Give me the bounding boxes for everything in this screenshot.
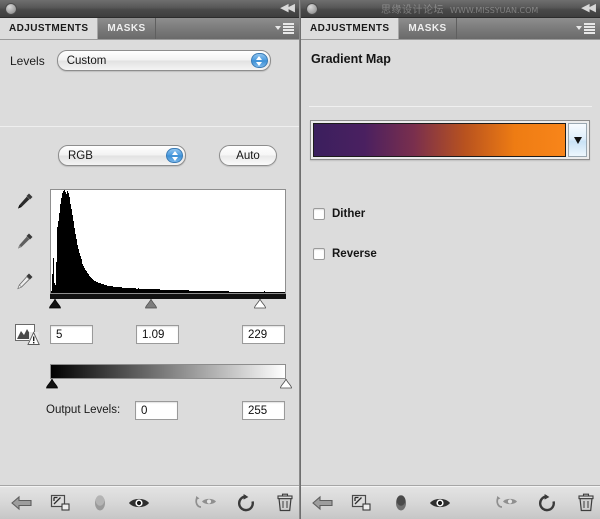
- view-previous-state-button[interactable]: [193, 488, 220, 518]
- collapse-panel-icon[interactable]: ◀◀: [277, 2, 295, 15]
- output-black-slider[interactable]: [46, 379, 59, 390]
- levels-channel-value: RGB: [68, 149, 93, 162]
- uncached-refresh-warning-icon[interactable]: [15, 323, 41, 347]
- gradient-map-panel: 思缘设计论坛 WWW.MISSYUAN.COM ◀◀ ADJUSTMENTS MA…: [300, 0, 600, 519]
- levels-histogram: [50, 189, 286, 294]
- input-black-point-slider[interactable]: [48, 299, 61, 310]
- menu-lines-icon: [283, 23, 294, 34]
- left-panel-toolbar: [0, 485, 299, 519]
- input-white-point-slider[interactable]: [254, 299, 267, 310]
- menu-lines-icon: [584, 23, 595, 34]
- right-panel-toolbar: [301, 485, 600, 519]
- panel-menu-icon[interactable]: [275, 23, 294, 34]
- chevron-down-icon: [275, 26, 281, 31]
- chevron-down-icon: [576, 26, 582, 31]
- output-levels-gradient: [50, 364, 286, 379]
- tab-adjustments-label: ADJUSTMENTS: [9, 23, 89, 34]
- input-levels-sliders: [48, 299, 286, 312]
- output-levels-sliders: [46, 379, 292, 392]
- reset-adjustment-button[interactable]: [533, 488, 560, 518]
- collapse-panel-icon[interactable]: ◀◀: [578, 2, 596, 15]
- reset-adjustment-button[interactable]: [232, 488, 259, 518]
- eyedropper-group: [14, 190, 36, 292]
- gradient-map-body: Gradient Map Dither Reverse: [301, 40, 600, 485]
- auto-button[interactable]: Auto: [219, 145, 277, 166]
- reverse-checkbox-row[interactable]: Reverse: [313, 248, 377, 260]
- right-panel-titlebar: 思缘设计论坛 WWW.MISSYUAN.COM ◀◀: [301, 0, 600, 18]
- input-white-value: 229: [248, 328, 268, 341]
- watermark-url: WWW.MISSYUAN.COM: [450, 6, 539, 15]
- set-gray-point-eyedropper[interactable]: [14, 230, 36, 252]
- preset-stepper-icon[interactable]: [250, 53, 268, 68]
- tab-masks-label: MASKS: [408, 23, 447, 34]
- tab-masks[interactable]: MASKS: [399, 18, 457, 39]
- levels-body: Levels Custom RGB Auto 5 1.09 229 Output…: [0, 40, 299, 485]
- gradient-picker-chevron-icon[interactable]: [568, 123, 587, 157]
- delete-adjustment-layer-button[interactable]: [272, 488, 299, 518]
- levels-header-divider: [0, 126, 299, 127]
- left-tabbar: ADJUSTMENTS MASKS: [0, 18, 299, 40]
- levels-preset-row: Levels Custom: [10, 50, 271, 71]
- toggle-layer-visibility-button[interactable]: [126, 488, 153, 518]
- return-to-adjustment-list-button[interactable]: [309, 488, 336, 518]
- right-tabbar: ADJUSTMENTS MASKS: [301, 18, 600, 40]
- clip-to-layer-button[interactable]: [348, 488, 375, 518]
- channel-stepper-icon[interactable]: [166, 148, 183, 163]
- levels-panel: ◀◀ ADJUSTMENTS MASKS Levels Custom RGB A…: [0, 0, 300, 519]
- output-black-value: 0: [141, 404, 148, 417]
- adjustments-panels-root: ◀◀ ADJUSTMENTS MASKS Levels Custom RGB A…: [0, 0, 600, 519]
- input-gamma-field[interactable]: 1.09: [136, 325, 179, 344]
- input-white-field[interactable]: 229: [242, 325, 285, 344]
- output-white-slider[interactable]: [279, 379, 292, 390]
- output-white-field[interactable]: 255: [242, 401, 285, 420]
- watermark-cn: 思缘设计论坛: [381, 5, 444, 16]
- levels-title: Levels: [10, 53, 45, 68]
- toggle-mask-view-button[interactable]: [388, 488, 415, 518]
- toggle-mask-view-button[interactable]: [87, 488, 114, 518]
- output-black-field[interactable]: 0: [135, 401, 178, 420]
- input-black-value: 5: [56, 328, 63, 341]
- set-white-point-eyedropper[interactable]: [14, 270, 36, 292]
- gradient-swatch[interactable]: [313, 123, 566, 157]
- levels-channel-select[interactable]: RGB: [58, 145, 186, 166]
- gradient-map-divider: [309, 106, 592, 107]
- input-black-field[interactable]: 5: [50, 325, 93, 344]
- gradient-picker[interactable]: [310, 120, 590, 160]
- levels-preset-value: Custom: [66, 54, 107, 67]
- window-grip-icon[interactable]: [5, 3, 17, 15]
- dither-checkbox-row[interactable]: Dither: [313, 208, 365, 220]
- input-gamma-value: 1.09: [142, 328, 165, 341]
- panel-menu-icon[interactable]: [576, 23, 595, 34]
- return-to-adjustment-list-button[interactable]: [8, 488, 35, 518]
- watermark: 思缘设计论坛 WWW.MISSYUAN.COM: [381, 1, 538, 16]
- clip-to-layer-button[interactable]: [47, 488, 74, 518]
- dither-label: Dither: [332, 208, 366, 220]
- toggle-layer-visibility-button[interactable]: [427, 488, 454, 518]
- input-midtone-slider[interactable]: [145, 299, 158, 310]
- tab-masks-label: MASKS: [107, 23, 146, 34]
- delete-adjustment-layer-button[interactable]: [573, 488, 600, 518]
- tab-adjustments[interactable]: ADJUSTMENTS: [0, 18, 99, 39]
- levels-preset-select[interactable]: Custom: [56, 50, 271, 71]
- tab-adjustments[interactable]: ADJUSTMENTS: [301, 18, 400, 39]
- tab-adjustments-label: ADJUSTMENTS: [310, 23, 390, 34]
- gradient-map-title: Gradient Map: [311, 52, 391, 66]
- reverse-checkbox[interactable]: [313, 248, 325, 260]
- reverse-label: Reverse: [332, 248, 377, 260]
- dither-checkbox[interactable]: [313, 208, 325, 220]
- view-previous-state-button[interactable]: [494, 488, 521, 518]
- set-black-point-eyedropper[interactable]: [14, 190, 36, 212]
- output-white-value: 255: [248, 404, 268, 417]
- histogram-bars: [51, 190, 285, 293]
- window-grip-icon[interactable]: [306, 3, 318, 15]
- left-panel-titlebar: ◀◀: [0, 0, 299, 18]
- tab-masks[interactable]: MASKS: [98, 18, 156, 39]
- output-levels-label: Output Levels:: [46, 404, 121, 416]
- auto-button-label: Auto: [236, 149, 260, 162]
